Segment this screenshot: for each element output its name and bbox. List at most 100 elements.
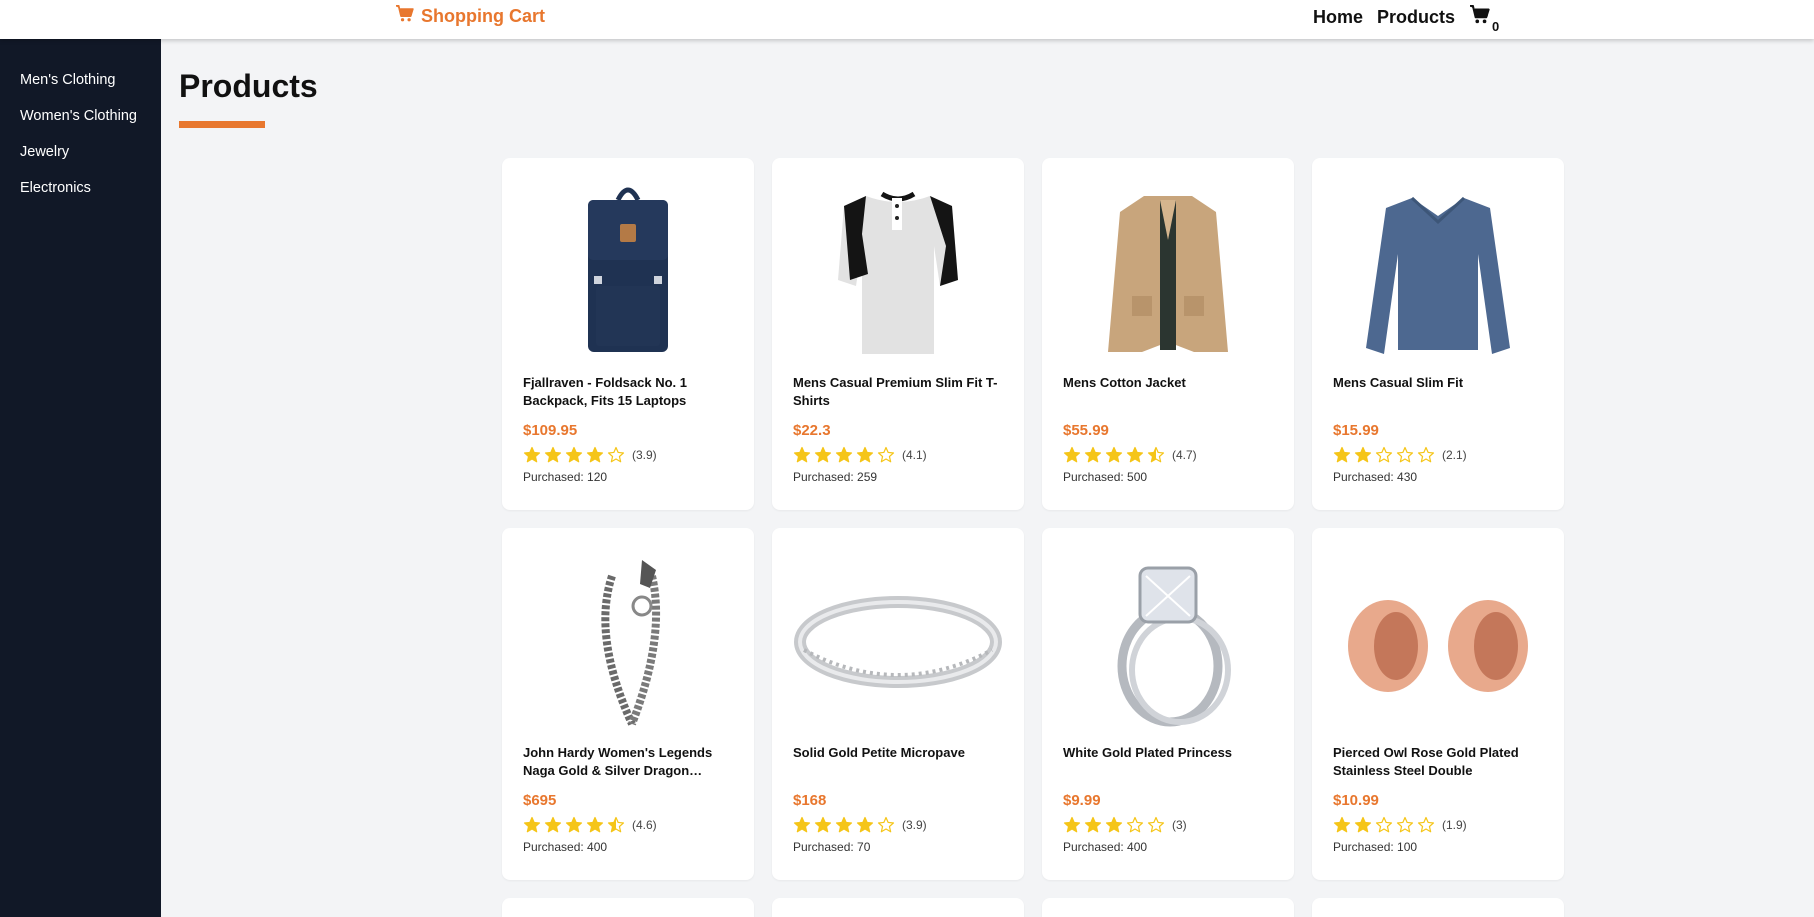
sidebar-item-womens-clothing[interactable]: Women's Clothing <box>0 107 161 143</box>
star-full-icon <box>1333 816 1351 833</box>
sidebar-item-electronics[interactable]: Electronics <box>0 179 161 215</box>
star-full-icon <box>1105 816 1123 833</box>
product-card[interactable] <box>1312 898 1564 917</box>
rating-count: (2.1) <box>1442 448 1467 462</box>
sidebar-item-jewelry[interactable]: Jewelry <box>0 143 161 179</box>
product-card[interactable] <box>502 898 754 917</box>
star-full-icon <box>835 446 853 463</box>
brand-label: Shopping Cart <box>421 6 545 26</box>
purchased-count: Purchased: 430 <box>1333 470 1418 484</box>
product-title: Mens Casual Slim Fit <box>1333 375 1464 390</box>
sidebar-item-mens-clothing[interactable]: Men's Clothing <box>0 71 161 107</box>
star-full-icon <box>793 816 811 833</box>
star-half-icon <box>1147 446 1165 463</box>
product-card[interactable] <box>1042 898 1294 917</box>
star-full-icon <box>814 446 832 463</box>
star-full-icon <box>814 816 832 833</box>
product-rating: (4.6) <box>523 816 657 834</box>
rating-count: (3.9) <box>902 818 927 832</box>
product-image <box>792 546 1004 728</box>
product-image <box>1332 176 1544 358</box>
star-full-icon <box>544 816 562 833</box>
product-rating: (4.7) <box>1063 446 1197 464</box>
star-full-icon <box>1063 816 1081 833</box>
star-full-icon <box>1354 446 1372 463</box>
purchased-count: Purchased: 259 <box>793 470 878 484</box>
product-image <box>522 546 734 728</box>
page-title: Products <box>179 68 318 104</box>
top-navbar: Shopping Cart Home Products 0 <box>0 0 1814 39</box>
product-price: $55.99 <box>1063 422 1109 439</box>
cart-button[interactable]: 0 <box>1469 4 1499 34</box>
product-rating: (2.1) <box>1333 446 1467 464</box>
product-card[interactable]: Pierced Owl Rose Gold Plated Stainless S… <box>1312 528 1564 880</box>
product-card[interactable]: White Gold Plated Princess $9.99 (3) Pur… <box>1042 528 1294 880</box>
star-empty-icon <box>1375 446 1393 463</box>
product-card[interactable]: Mens Casual Premium Slim Fit T-Shirts $2… <box>772 158 1024 510</box>
product-card[interactable] <box>772 898 1024 917</box>
cart-icon <box>395 4 415 28</box>
product-title: Fjallraven - Foldsack No. 1 Backpack, Fi… <box>523 375 687 408</box>
product-card[interactable]: Fjallraven - Foldsack No. 1 Backpack, Fi… <box>502 158 754 510</box>
rating-count: (3) <box>1172 818 1187 832</box>
star-half-icon <box>607 816 625 833</box>
product-card[interactable]: Mens Cotton Jacket $55.99 (4.7) Purchase… <box>1042 158 1294 510</box>
product-card[interactable]: Solid Gold Petite Micropave $168 (3.9) P… <box>772 528 1024 880</box>
star-full-icon <box>856 446 874 463</box>
star-full-icon <box>1084 816 1102 833</box>
star-empty-icon <box>1417 816 1435 833</box>
product-rating: (3.9) <box>523 446 657 464</box>
title-underline <box>179 121 265 128</box>
purchased-count: Purchased: 120 <box>523 470 608 484</box>
star-full-icon <box>586 816 604 833</box>
star-full-icon <box>1084 446 1102 463</box>
product-image <box>792 176 1004 358</box>
nav-home-link[interactable]: Home <box>1313 7 1363 28</box>
star-full-icon <box>1354 816 1372 833</box>
product-price: $15.99 <box>1333 422 1379 439</box>
star-full-icon <box>1063 446 1081 463</box>
star-full-icon <box>856 816 874 833</box>
rating-count: (1.9) <box>1442 818 1467 832</box>
star-full-icon <box>835 816 853 833</box>
star-full-icon <box>544 446 562 463</box>
star-empty-icon <box>1396 816 1414 833</box>
product-price: $22.3 <box>793 422 831 439</box>
product-card[interactable]: John Hardy Women's Legends Naga Gold & S… <box>502 528 754 880</box>
product-image <box>1062 176 1274 358</box>
product-card[interactable]: Mens Casual Slim Fit $15.99 (2.1) Purcha… <box>1312 158 1564 510</box>
purchased-count: Purchased: 500 <box>1063 470 1148 484</box>
cart-count-badge: 0 <box>1492 19 1500 34</box>
category-sidebar: Men's Clothing Women's Clothing Jewelry … <box>0 39 161 917</box>
cart-icon <box>1469 4 1491 30</box>
product-image <box>1062 546 1274 728</box>
product-title: John Hardy Women's Legends Naga Gold & S… <box>523 745 713 778</box>
product-title: Pierced Owl Rose Gold Plated Stainless S… <box>1333 745 1519 778</box>
purchased-count: Purchased: 100 <box>1333 840 1418 854</box>
star-full-icon <box>1126 446 1144 463</box>
product-title: White Gold Plated Princess <box>1063 745 1233 760</box>
star-empty-icon <box>607 446 625 463</box>
product-grid: Fjallraven - Foldsack No. 1 Backpack, Fi… <box>502 158 1564 917</box>
product-price: $10.99 <box>1333 792 1379 809</box>
star-empty-icon <box>1396 446 1414 463</box>
product-price: $9.99 <box>1063 792 1101 809</box>
rating-count: (4.1) <box>902 448 927 462</box>
product-image <box>1332 546 1544 728</box>
product-rating: (3) <box>1063 816 1187 834</box>
product-rating: (1.9) <box>1333 816 1467 834</box>
star-full-icon <box>523 816 541 833</box>
star-full-icon <box>523 446 541 463</box>
product-price: $695 <box>523 792 557 809</box>
product-price: $168 <box>793 792 827 809</box>
product-rating: (3.9) <box>793 816 927 834</box>
star-empty-icon <box>1147 816 1165 833</box>
rating-count: (3.9) <box>632 448 657 462</box>
product-title: Solid Gold Petite Micropave <box>793 745 965 760</box>
brand-link[interactable]: Shopping Cart <box>395 4 545 28</box>
nav-products-link[interactable]: Products <box>1377 7 1455 28</box>
star-empty-icon <box>1126 816 1144 833</box>
star-empty-icon <box>1375 816 1393 833</box>
star-full-icon <box>1105 446 1123 463</box>
purchased-count: Purchased: 400 <box>523 840 608 854</box>
